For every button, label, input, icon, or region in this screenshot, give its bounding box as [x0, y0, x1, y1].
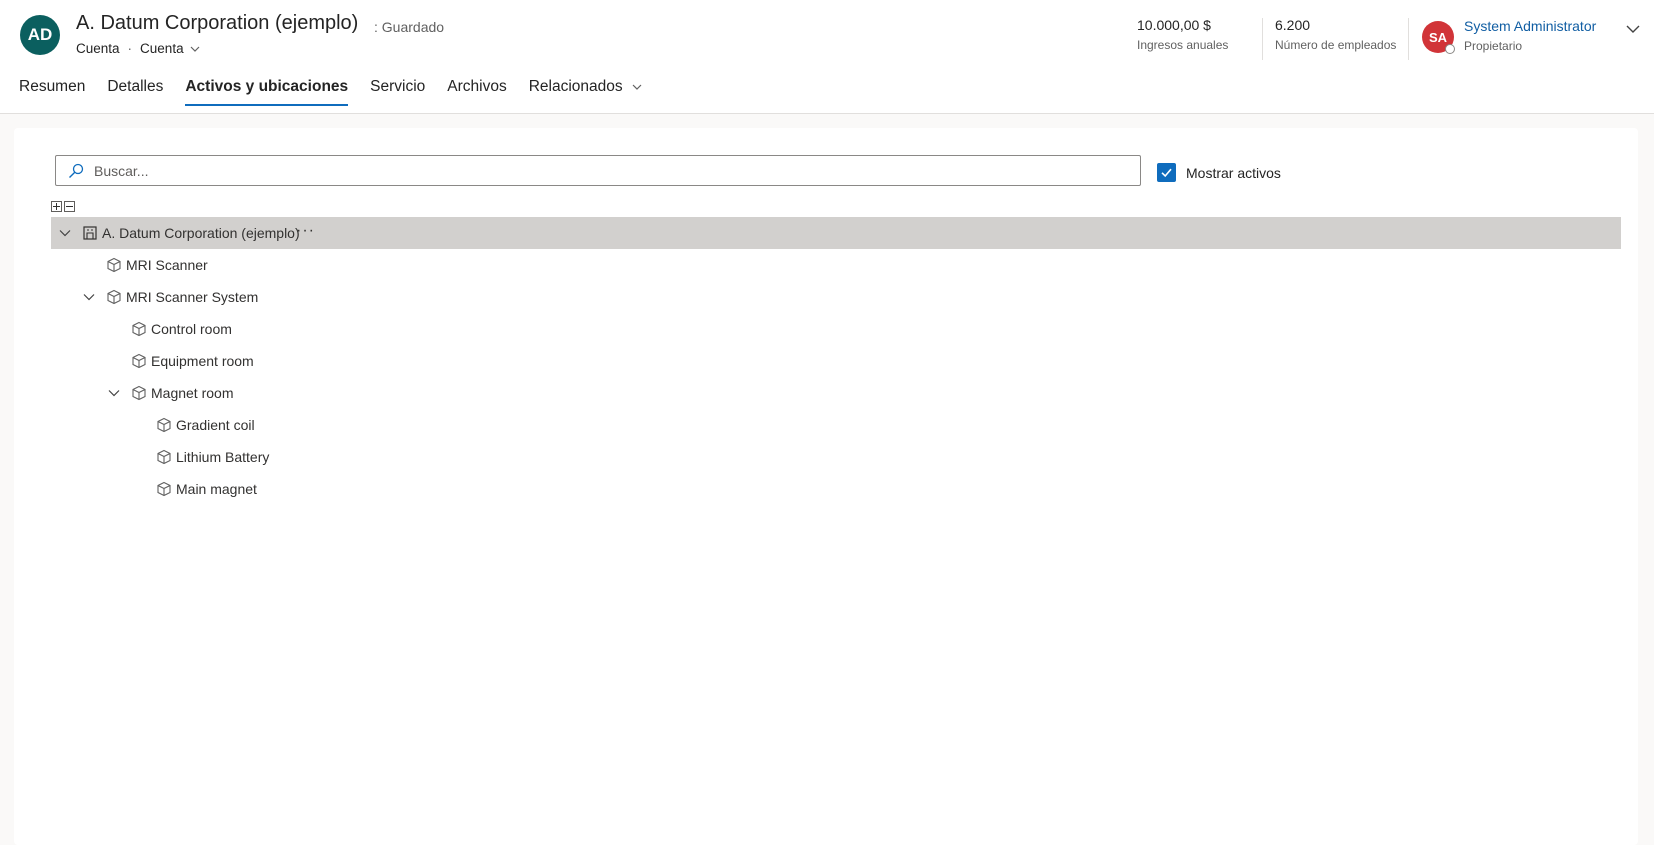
chevron-down-icon: [190, 46, 200, 52]
divider: [1408, 18, 1409, 60]
tree-item-label: Main magnet: [176, 481, 257, 497]
record-header: AD A. Datum Corporation (ejemplo) : Guar…: [0, 0, 1654, 114]
asset-icon: [132, 321, 146, 337]
presence-indicator: [1445, 44, 1455, 54]
form-selector[interactable]: Cuenta: [140, 41, 201, 56]
tab-detalles[interactable]: Detalles: [107, 78, 163, 106]
more-options-icon[interactable]: ···: [296, 222, 315, 240]
tree-item-label: MRI Scanner System: [126, 289, 259, 305]
plus-icon: [53, 203, 60, 210]
minus-icon: [66, 206, 73, 207]
tree-node-row[interactable]: MRI Scanner: [51, 249, 1621, 281]
chevron-down-icon[interactable]: [82, 290, 96, 304]
tab-list: Resumen Detalles Activos y ubicaciones S…: [19, 78, 643, 106]
account-avatar: AD: [20, 15, 60, 55]
tree-item-label: Control room: [151, 321, 232, 337]
chevron-down-icon[interactable]: [58, 226, 72, 240]
form-name: Cuenta: [140, 41, 184, 56]
asset-icon: [157, 449, 171, 465]
divider: [1262, 18, 1263, 60]
tab-label: Relacionados: [528, 78, 623, 95]
metric-label: Número de empleados: [1275, 38, 1397, 52]
entity-form-line: Cuenta · Cuenta: [76, 41, 201, 56]
account-icon: [83, 226, 97, 240]
tab-label: Activos y ubicaciones: [185, 78, 349, 95]
owner-link[interactable]: System Administrator: [1464, 18, 1596, 34]
tree-root-row[interactable]: A. Datum Corporation (ejemplo) ···: [51, 217, 1621, 249]
asset-tree: A. Datum Corporation (ejemplo) ··· MRI S…: [51, 217, 1621, 505]
asset-icon: [157, 417, 171, 433]
tree-node-row[interactable]: Main magnet: [51, 473, 1621, 505]
tree-item-label: Lithium Battery: [176, 449, 270, 465]
chevron-down-icon: [632, 84, 642, 90]
metric-label: Ingresos anuales: [1137, 38, 1229, 52]
show-assets-checkbox[interactable]: [1157, 163, 1176, 182]
tree-node-row[interactable]: Lithium Battery: [51, 441, 1621, 473]
owner-role: Propietario: [1464, 39, 1523, 53]
expand-all-button[interactable]: [51, 201, 62, 212]
metric-annual-revenue: 10.000,00 $ Ingresos anuales: [1137, 17, 1228, 52]
expand-header-chevron-icon[interactable]: [1624, 20, 1642, 38]
record-title: A. Datum Corporation (ejemplo): [76, 12, 359, 34]
tab-resumen[interactable]: Resumen: [19, 78, 85, 106]
metric-value: 6.200: [1275, 17, 1311, 33]
metric-value: 10.000,00 $: [1137, 17, 1211, 33]
search-icon: [69, 163, 84, 178]
tab-label: Servicio: [370, 78, 426, 95]
metric-employees: 6.200 Número de empleados: [1275, 17, 1396, 52]
checkmark-icon: [1161, 168, 1172, 178]
tab-archivos[interactable]: Archivos: [447, 78, 506, 106]
tab-activos-ubicaciones[interactable]: Activos y ubicaciones: [185, 78, 348, 106]
search-input[interactable]: [92, 161, 1096, 180]
show-assets-label: Mostrar activos: [1186, 165, 1281, 181]
tab-relacionados[interactable]: Relacionados: [529, 78, 643, 106]
assets-locations-panel: Mostrar activos A. Datum Corporation (ej…: [14, 128, 1638, 845]
asset-icon: [107, 289, 121, 305]
tree-item-label: MRI Scanner: [126, 257, 208, 273]
collapse-all-button[interactable]: [64, 201, 75, 212]
entity-type: Cuenta: [76, 41, 120, 56]
tree-node-row[interactable]: MRI Scanner System: [51, 281, 1621, 313]
asset-icon: [132, 385, 146, 401]
tree-node-row[interactable]: Equipment room: [51, 345, 1621, 377]
tree-item-label: Equipment room: [151, 353, 254, 369]
separator: ·: [127, 41, 133, 56]
tree-item-label: A. Datum Corporation (ejemplo): [102, 225, 300, 241]
expand-collapse-controls: [51, 201, 75, 212]
tab-label: Archivos: [447, 78, 507, 95]
tree-item-label: Magnet room: [151, 385, 234, 401]
asset-icon: [132, 353, 146, 369]
tab-label: Resumen: [19, 78, 86, 95]
asset-icon: [107, 257, 121, 273]
tree-item-label: Gradient coil: [176, 417, 255, 433]
tab-label: Detalles: [107, 78, 164, 95]
tab-servicio[interactable]: Servicio: [370, 78, 425, 106]
tree-node-row[interactable]: Gradient coil: [51, 409, 1621, 441]
asset-icon: [157, 481, 171, 497]
tree-node-row[interactable]: Magnet room: [51, 377, 1621, 409]
save-status: : Guardado: [374, 19, 445, 35]
chevron-down-icon[interactable]: [107, 386, 121, 400]
tree-node-row[interactable]: Control room: [51, 313, 1621, 345]
search-box[interactable]: [55, 155, 1141, 186]
